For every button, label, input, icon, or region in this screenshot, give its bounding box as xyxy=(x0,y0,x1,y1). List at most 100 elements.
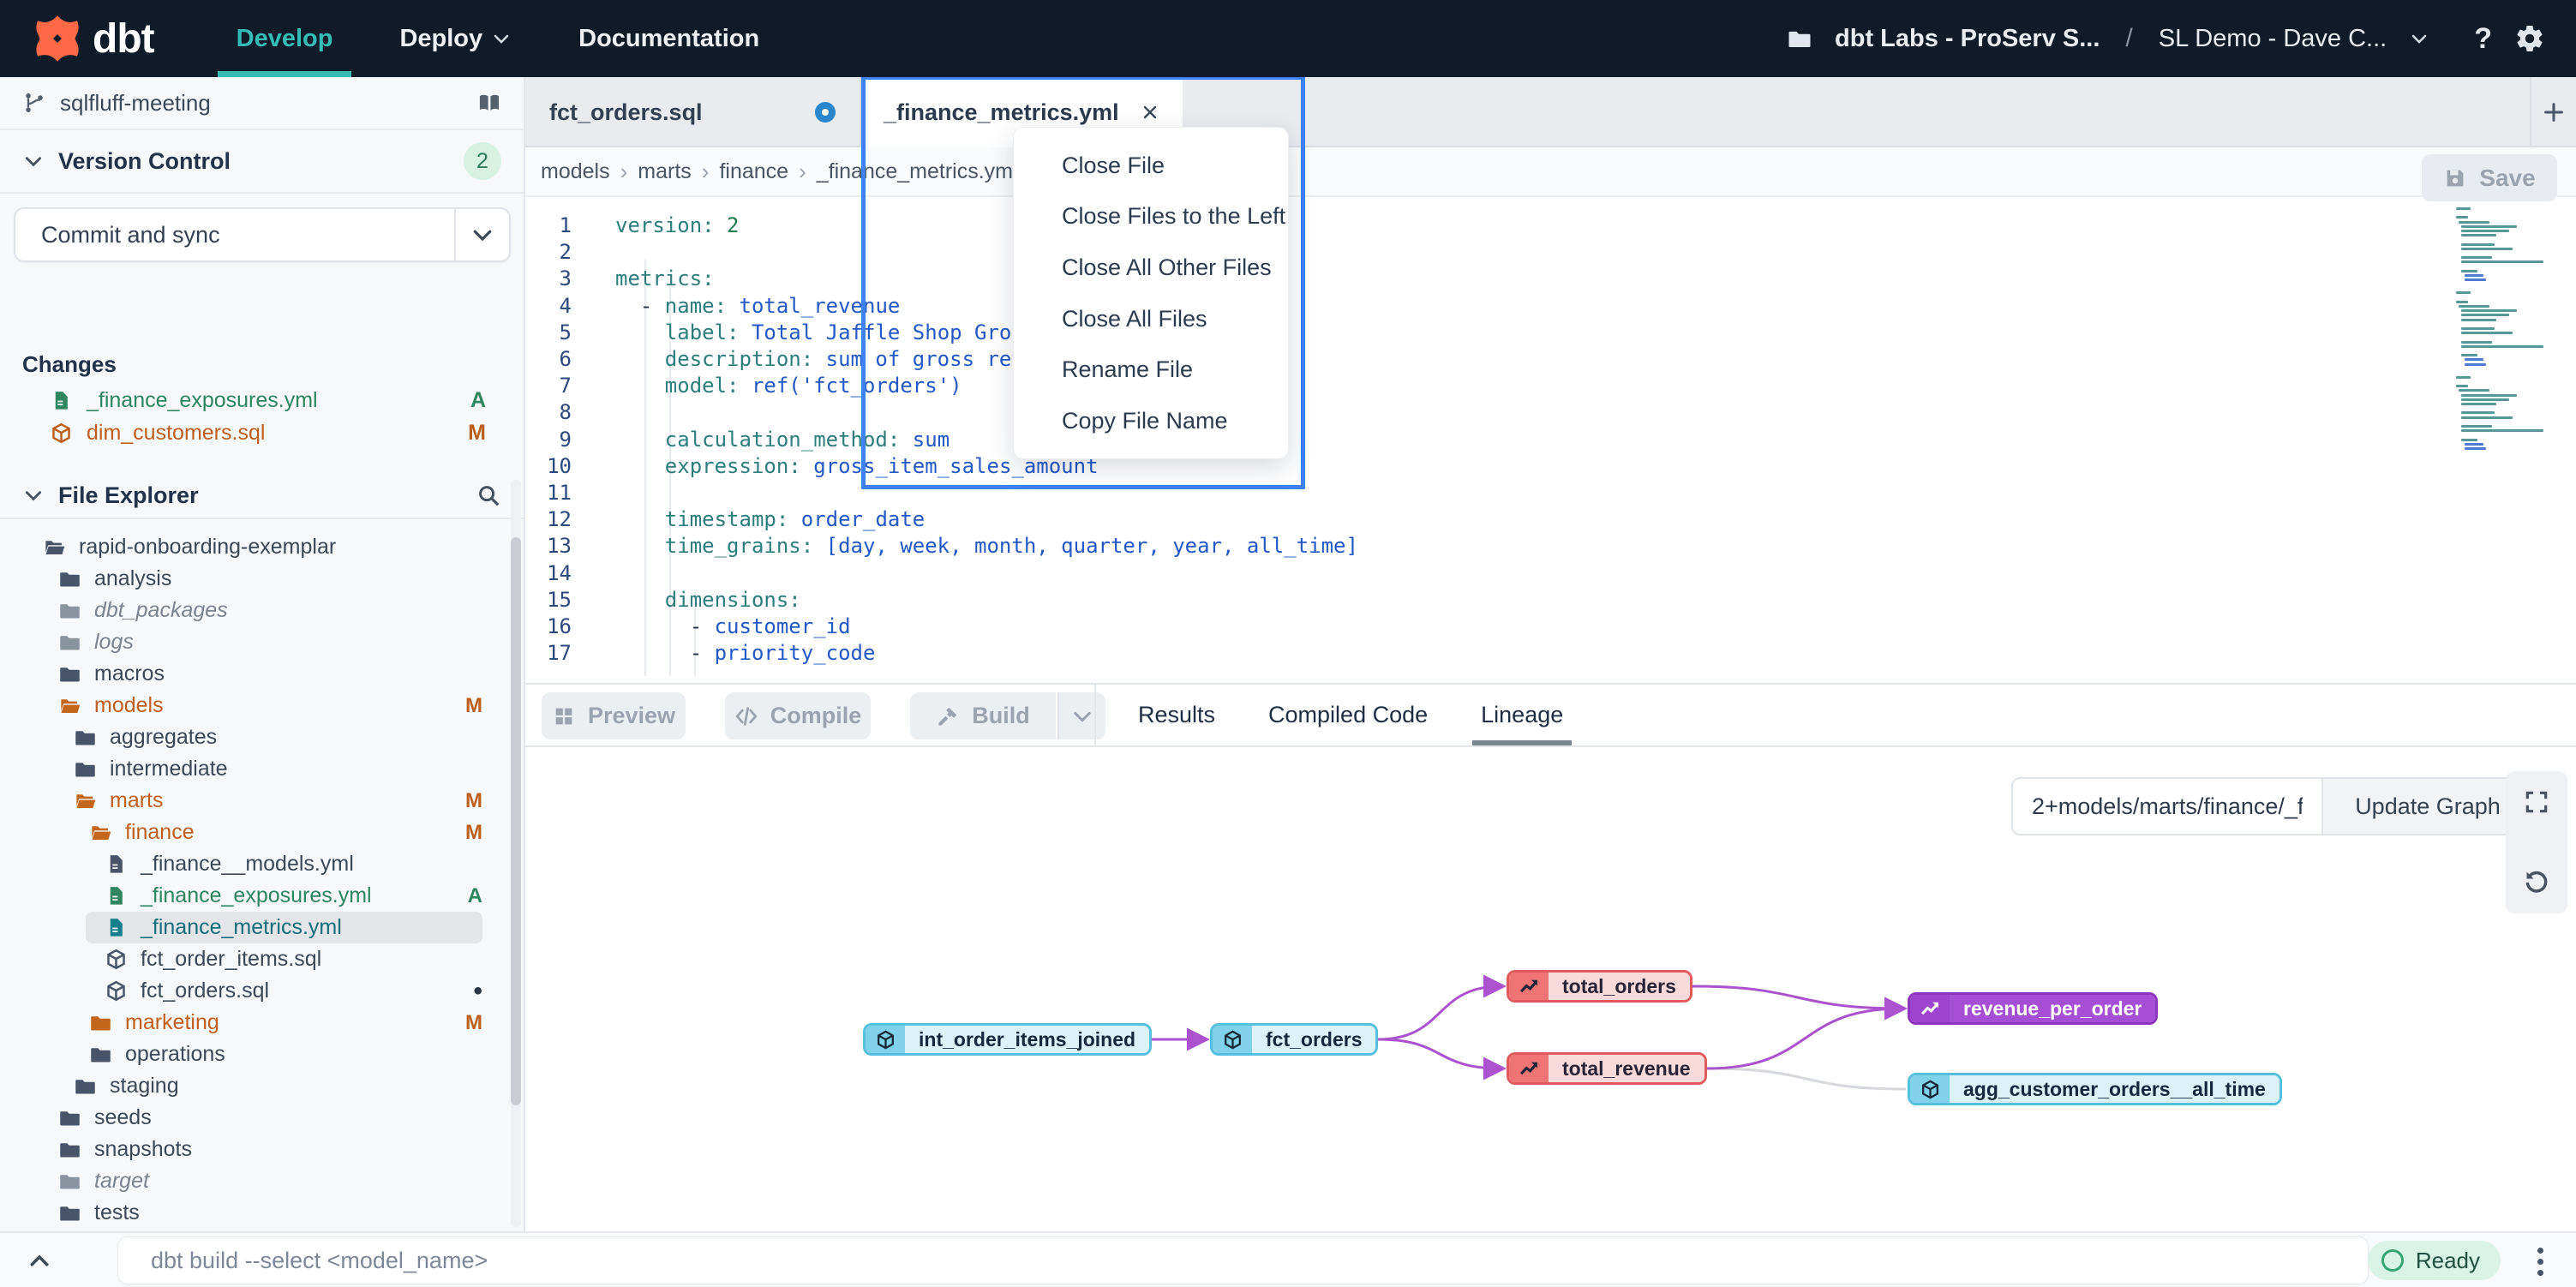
tree-item-target[interactable]: target xyxy=(0,1165,524,1197)
code-line-10[interactable]: 10 expression: gross_item_sales_amount xyxy=(525,452,2576,479)
tab-fct-orders[interactable]: fct_orders.sql xyxy=(525,77,861,147)
help-button[interactable]: ? xyxy=(2474,22,2492,56)
code-line-11[interactable]: 11 xyxy=(525,479,2576,506)
code-line-6[interactable]: 6 description: sum of gross revenue xyxy=(525,345,2576,372)
tree-item--finance-models-yml[interactable]: _finance__models.yml xyxy=(0,848,524,880)
tree-item-rapid-onboarding-exemplar[interactable]: rapid-onboarding-exemplar xyxy=(0,531,524,563)
tree-item-tests[interactable]: tests xyxy=(0,1197,524,1229)
tree-item-analysis[interactable]: analysis xyxy=(0,563,524,595)
tree-item-logs[interactable]: logs xyxy=(0,626,524,658)
tree-item-macros[interactable]: macros xyxy=(0,658,524,690)
breadcrumb-marts[interactable]: marts xyxy=(638,159,692,184)
command-input[interactable] xyxy=(117,1236,2369,1284)
code-line-16[interactable]: 16 - customer_id xyxy=(525,613,2576,639)
menu-item-close-files-to-the-left[interactable]: Close Files to the Left xyxy=(1014,191,1288,241)
version-control-header[interactable]: Version Control 2 xyxy=(0,130,524,194)
folder-icon xyxy=(74,726,97,749)
menu-item-close-all-files[interactable]: Close All Files xyxy=(1014,294,1288,344)
tree-item-staging[interactable]: staging xyxy=(0,1070,524,1102)
tree-item-marts[interactable]: martsM xyxy=(0,785,524,817)
code-line-9[interactable]: 9 calculation_method: sum xyxy=(525,426,2576,452)
nav-documentation[interactable]: Documentation xyxy=(578,0,759,77)
tree-item-marketing[interactable]: marketingM xyxy=(0,1007,524,1039)
code-editor[interactable]: 1version: 223metrics:4 - name: total_rev… xyxy=(525,197,2576,683)
breadcrumb-finance[interactable]: finance xyxy=(719,159,788,184)
expand-panel-button[interactable] xyxy=(19,1245,60,1278)
dbt-logo[interactable]: dbt xyxy=(34,15,154,63)
line-number: 15 xyxy=(525,588,572,612)
lineage-node-revenue_per_order[interactable]: revenue_per_order xyxy=(1908,992,2158,1025)
lineage-node-int_order_items_joined[interactable]: int_order_items_joined xyxy=(863,1023,1152,1056)
tree-item--finance-exposures-yml[interactable]: _finance_exposures.ymlA xyxy=(0,880,524,912)
code-line-14[interactable]: 14 xyxy=(525,560,2576,586)
commit-options-chevron[interactable] xyxy=(454,209,509,260)
cube-icon xyxy=(1920,1079,1941,1100)
nav-deploy[interactable]: Deploy xyxy=(399,0,512,77)
docs-book-icon[interactable] xyxy=(477,91,501,115)
build-options-button[interactable] xyxy=(1057,692,1105,739)
tree-item-operations[interactable]: operations xyxy=(0,1039,524,1070)
code-line-15[interactable]: 15 dimensions: xyxy=(525,586,2576,613)
search-icon[interactable] xyxy=(476,482,501,508)
lineage-node-total_revenue[interactable]: total_revenue xyxy=(1507,1052,1707,1085)
chevron-down-icon[interactable] xyxy=(2409,28,2429,49)
commit-and-sync-button[interactable]: Commit and sync xyxy=(14,207,511,262)
tree-item-fct-order-items-sql[interactable]: fct_order_items.sql xyxy=(0,943,524,975)
file-explorer-header[interactable]: File Explorer xyxy=(0,473,524,518)
kebab-menu-icon[interactable] xyxy=(2533,1245,2547,1278)
tree-item-seeds[interactable]: seeds xyxy=(0,1102,524,1134)
tree-item-snapshots[interactable]: snapshots xyxy=(0,1134,524,1165)
code-line-3[interactable]: 3metrics: xyxy=(525,265,2576,291)
tab-results[interactable]: Results xyxy=(1138,685,1215,745)
fullscreen-button[interactable] xyxy=(2506,771,2567,833)
code-line-17[interactable]: 17 - priority_code xyxy=(525,639,2576,666)
lineage-selector-input[interactable] xyxy=(2011,777,2323,835)
code-line-2[interactable]: 2 xyxy=(525,238,2576,265)
code-line-5[interactable]: 5 label: Total Jaffle Shop Gross Revenue xyxy=(525,319,2576,345)
code-line-8[interactable]: 8 xyxy=(525,398,2576,425)
environment-selector[interactable]: SL Demo - Dave C... xyxy=(2159,25,2387,53)
close-icon[interactable] xyxy=(1140,102,1160,123)
tree-item-models[interactable]: modelsM xyxy=(0,690,524,721)
file-tree: rapid-onboarding-exemplaranalysisdbt_pac… xyxy=(0,531,524,1287)
menu-item-rename-file[interactable]: Rename File xyxy=(1014,344,1288,394)
git-status-badge: A xyxy=(470,388,486,413)
tab-lineage[interactable]: Lineage xyxy=(1481,685,1563,745)
tree-item-finance[interactable]: financeM xyxy=(0,817,524,848)
compile-button[interactable]: Compile xyxy=(725,692,871,739)
menu-item-close-file[interactable]: Close File xyxy=(1014,141,1288,190)
menu-item-close-all-other-files[interactable]: Close All Other Files xyxy=(1014,242,1288,292)
reset-view-button[interactable] xyxy=(2506,852,2567,913)
changed-file-row[interactable]: _finance_exposures.yml A xyxy=(0,384,524,416)
code-line-7[interactable]: 7 model: ref('fct_orders') xyxy=(525,372,2576,398)
editor-minimap[interactable] xyxy=(2456,207,2564,567)
code-line-1[interactable]: 1version: 2 xyxy=(525,212,2576,238)
sidebar-scrollbar-thumb[interactable] xyxy=(511,537,521,1105)
save-floppy-icon xyxy=(2443,166,2467,190)
tree-item-intermediate[interactable]: intermediate xyxy=(0,753,524,785)
code-line-4[interactable]: 4 - name: total_revenue xyxy=(525,292,2576,319)
code-line-13[interactable]: 13 time_grains: [day, week, month, quart… xyxy=(525,532,2576,559)
save-button[interactable]: Save xyxy=(2422,154,2557,201)
breadcrumb-models[interactable]: models xyxy=(541,159,610,184)
tree-item-fct-orders-sql[interactable]: fct_orders.sql• xyxy=(0,975,524,1007)
breadcrumb-file[interactable]: _finance_metrics.yml xyxy=(817,159,1018,184)
project-selector[interactable]: dbt Labs - ProServ S... xyxy=(1835,25,2100,53)
lineage-node-agg_customer_orders__all_time[interactable]: agg_customer_orders__all_time xyxy=(1908,1073,2282,1105)
nav-develop[interactable]: Develop xyxy=(237,0,333,77)
lineage-node-total_orders[interactable]: total_orders xyxy=(1507,970,1692,1003)
tree-item-dbt-packages[interactable]: dbt_packages xyxy=(0,595,524,626)
build-button[interactable]: Build xyxy=(910,692,1056,739)
code-line-12[interactable]: 12 timestamp: order_date xyxy=(525,506,2576,532)
gear-icon[interactable] xyxy=(2514,23,2545,54)
lineage-canvas[interactable]: Update Graph int_order_items_joined fct_… xyxy=(525,745,2576,1231)
tree-item-aggregates[interactable]: aggregates xyxy=(0,721,524,753)
tab-compiled-code[interactable]: Compiled Code xyxy=(1268,685,1428,745)
preview-button[interactable]: Preview xyxy=(542,692,686,739)
menu-item-copy-file-name[interactable]: Copy File Name xyxy=(1014,396,1288,446)
lineage-node-fct_orders[interactable]: fct_orders xyxy=(1210,1023,1378,1056)
new-tab-button[interactable] xyxy=(2530,77,2576,147)
update-graph-button[interactable]: Update Graph xyxy=(2323,777,2534,835)
changed-file-row[interactable]: dim_customers.sql M xyxy=(0,416,524,449)
tree-item--finance-metrics-yml[interactable]: _finance_metrics.yml xyxy=(86,912,482,943)
